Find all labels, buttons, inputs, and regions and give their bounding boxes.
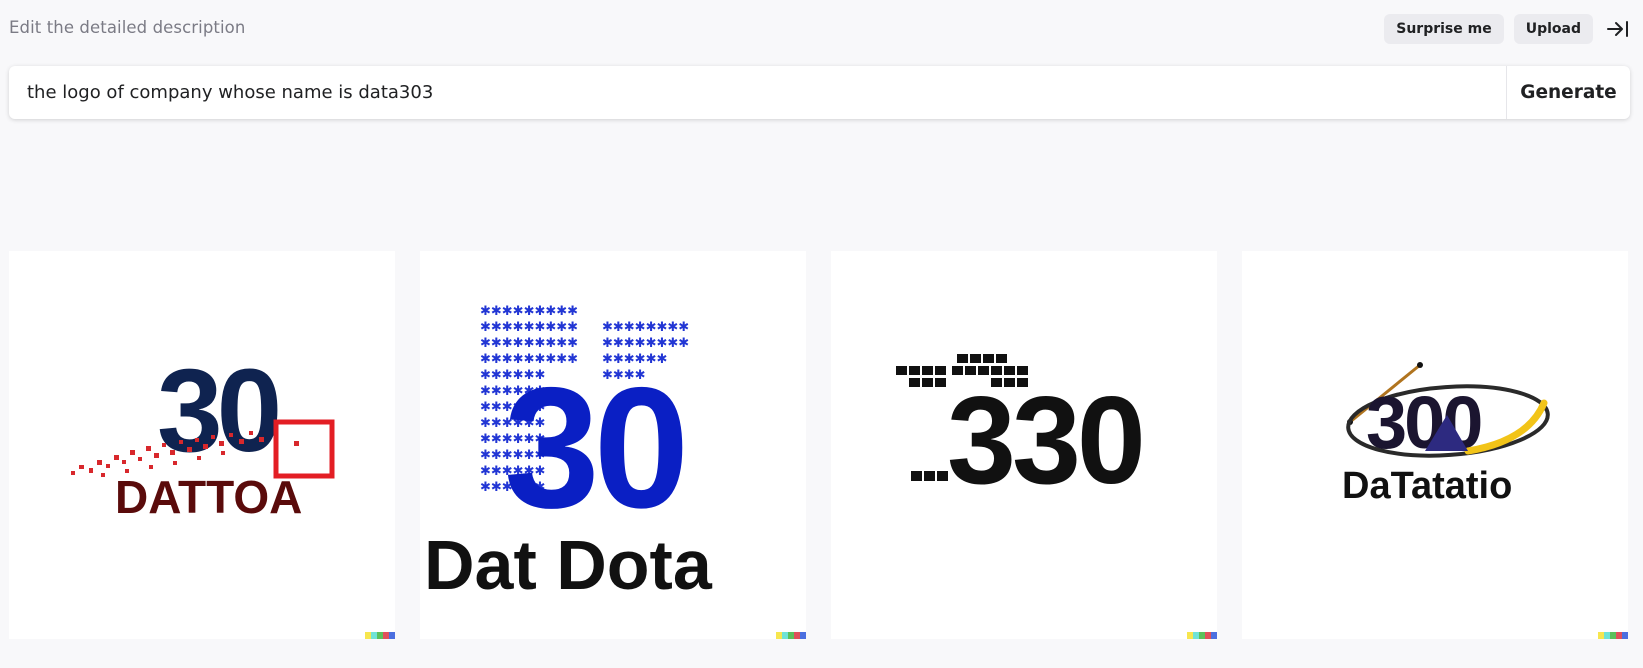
results-grid: 30 DATTOA ✱✱✱✱✱✱✱✱✱ ✱✱✱✱✱✱✱✱✱ ✱✱✱✱✱✱✱✱✱ … — [9, 251, 1628, 639]
logo-image: 30 DATTOA — [71, 345, 335, 523]
svg-text:✱✱✱✱✱✱✱✱✱: ✱✱✱✱✱✱✱✱✱ — [480, 336, 578, 351]
image-signature — [776, 632, 806, 639]
arrow-right-to-bar-icon — [1607, 21, 1628, 37]
svg-text:✱✱✱✱✱✱✱✱✱: ✱✱✱✱✱✱✱✱✱ — [480, 320, 578, 335]
result-image-2[interactable]: ✱✱✱✱✱✱✱✱✱ ✱✱✱✱✱✱✱✱✱ ✱✱✱✱✱✱✱✱✱ ✱✱✱✱✱✱✱✱✱ … — [420, 251, 806, 639]
svg-text:✱✱✱✱✱✱✱✱: ✱✱✱✱✱✱✱✱ — [602, 320, 689, 335]
logo-main-text: 30 — [157, 345, 278, 477]
image-signature — [1187, 632, 1217, 639]
generate-button[interactable]: Generate — [1506, 66, 1630, 119]
result-image-1[interactable]: 30 DATTOA — [9, 251, 395, 639]
logo-image: 330 — [896, 354, 1146, 510]
svg-text:✱✱✱✱✱✱✱✱: ✱✱✱✱✱✱✱✱ — [602, 336, 689, 351]
image-signature — [365, 632, 395, 639]
collapse-panel-button[interactable] — [1603, 14, 1633, 44]
logo-image: 300 DaTatatio — [1342, 362, 1550, 507]
result-image-4[interactable]: 300 DaTatatio — [1242, 251, 1628, 639]
top-bar: Edit the detailed description Surprise m… — [0, 0, 1643, 58]
logo-main-text: 300 — [1366, 381, 1481, 464]
logo-image: ✱✱✱✱✱✱✱✱✱ ✱✱✱✱✱✱✱✱✱ ✱✱✱✱✱✱✱✱✱ ✱✱✱✱✱✱✱✱✱ … — [424, 304, 713, 604]
prompt-input[interactable] — [9, 66, 1506, 119]
logo-sub-text: DATTOA — [115, 471, 302, 523]
logo-sub-text: Dat Dota — [424, 526, 713, 604]
logo-main-text: 30 — [504, 352, 683, 544]
svg-text:✱✱✱✱✱✱✱✱✱: ✱✱✱✱✱✱✱✱✱ — [480, 304, 578, 319]
logo-main-text: 330 — [947, 372, 1142, 510]
prompt-bar: Generate — [9, 66, 1630, 119]
logo-sub-text: DaTatatio — [1342, 465, 1512, 507]
image-signature — [1598, 632, 1628, 639]
surprise-me-button[interactable]: Surprise me — [1384, 14, 1504, 44]
header-actions: Surprise me Upload — [1384, 14, 1633, 44]
result-image-3[interactable]: 330 — [831, 251, 1217, 639]
edit-description-hint: Edit the detailed description — [9, 18, 246, 37]
upload-button[interactable]: Upload — [1513, 14, 1593, 44]
